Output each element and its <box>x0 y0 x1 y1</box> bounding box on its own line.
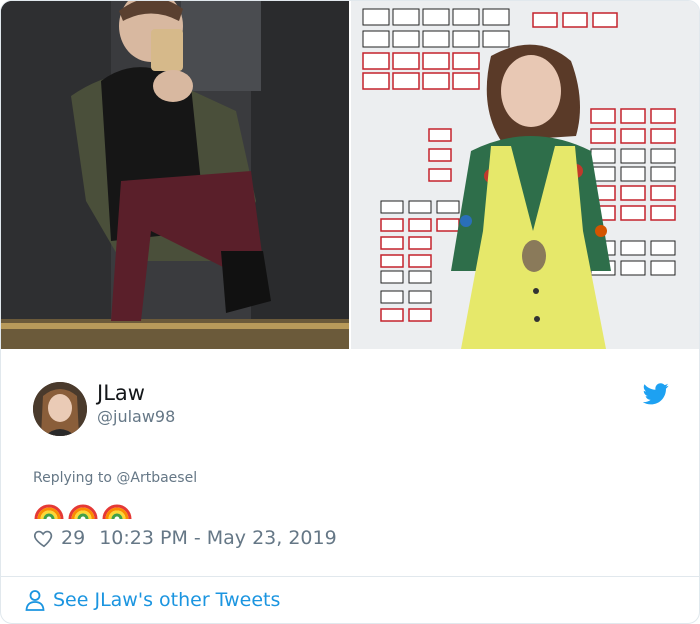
tweet-text: 🌈🌈🌈 <box>33 491 133 523</box>
person-icon <box>25 590 45 611</box>
reply-mention-link[interactable]: @Artbaesel <box>116 470 197 486</box>
heart-icon[interactable] <box>33 527 55 549</box>
rainbow-emoji-icon <box>68 504 98 520</box>
see-other-tweets-label[interactable]: See JLaw's other Tweets <box>53 589 280 611</box>
tweet-meta: 29 10:23 PM - May 23, 2019 <box>33 525 337 551</box>
author-handle[interactable]: @julaw98 <box>97 407 175 426</box>
tweet-media[interactable] <box>1 1 699 349</box>
mirror-selfie-image <box>1 1 349 349</box>
twitter-bird-icon[interactable] <box>643 383 669 405</box>
rainbow-emoji-icon <box>102 504 132 520</box>
author-name[interactable]: JLaw <box>97 381 145 405</box>
author-avatar[interactable] <box>33 382 87 436</box>
avatar-image <box>33 382 87 436</box>
like-count[interactable]: 29 <box>61 527 85 549</box>
tweet-card: JLaw @julaw98 Replying to @Artbaesel 🌈🌈🌈 <box>0 0 700 624</box>
photo-yellow-dress[interactable] <box>351 1 699 349</box>
photo-mirror-selfie[interactable] <box>1 1 349 349</box>
tweet-timestamp[interactable]: 10:23 PM - May 23, 2019 <box>99 527 337 549</box>
footer-divider <box>1 576 699 577</box>
reply-prefix: Replying to <box>33 470 112 486</box>
yellow-dress-image <box>351 1 699 349</box>
see-other-tweets-link[interactable]: See JLaw's other Tweets <box>23 586 280 614</box>
rainbow-emoji-icon <box>34 504 64 520</box>
reply-context: Replying to @Artbaesel <box>33 470 197 486</box>
